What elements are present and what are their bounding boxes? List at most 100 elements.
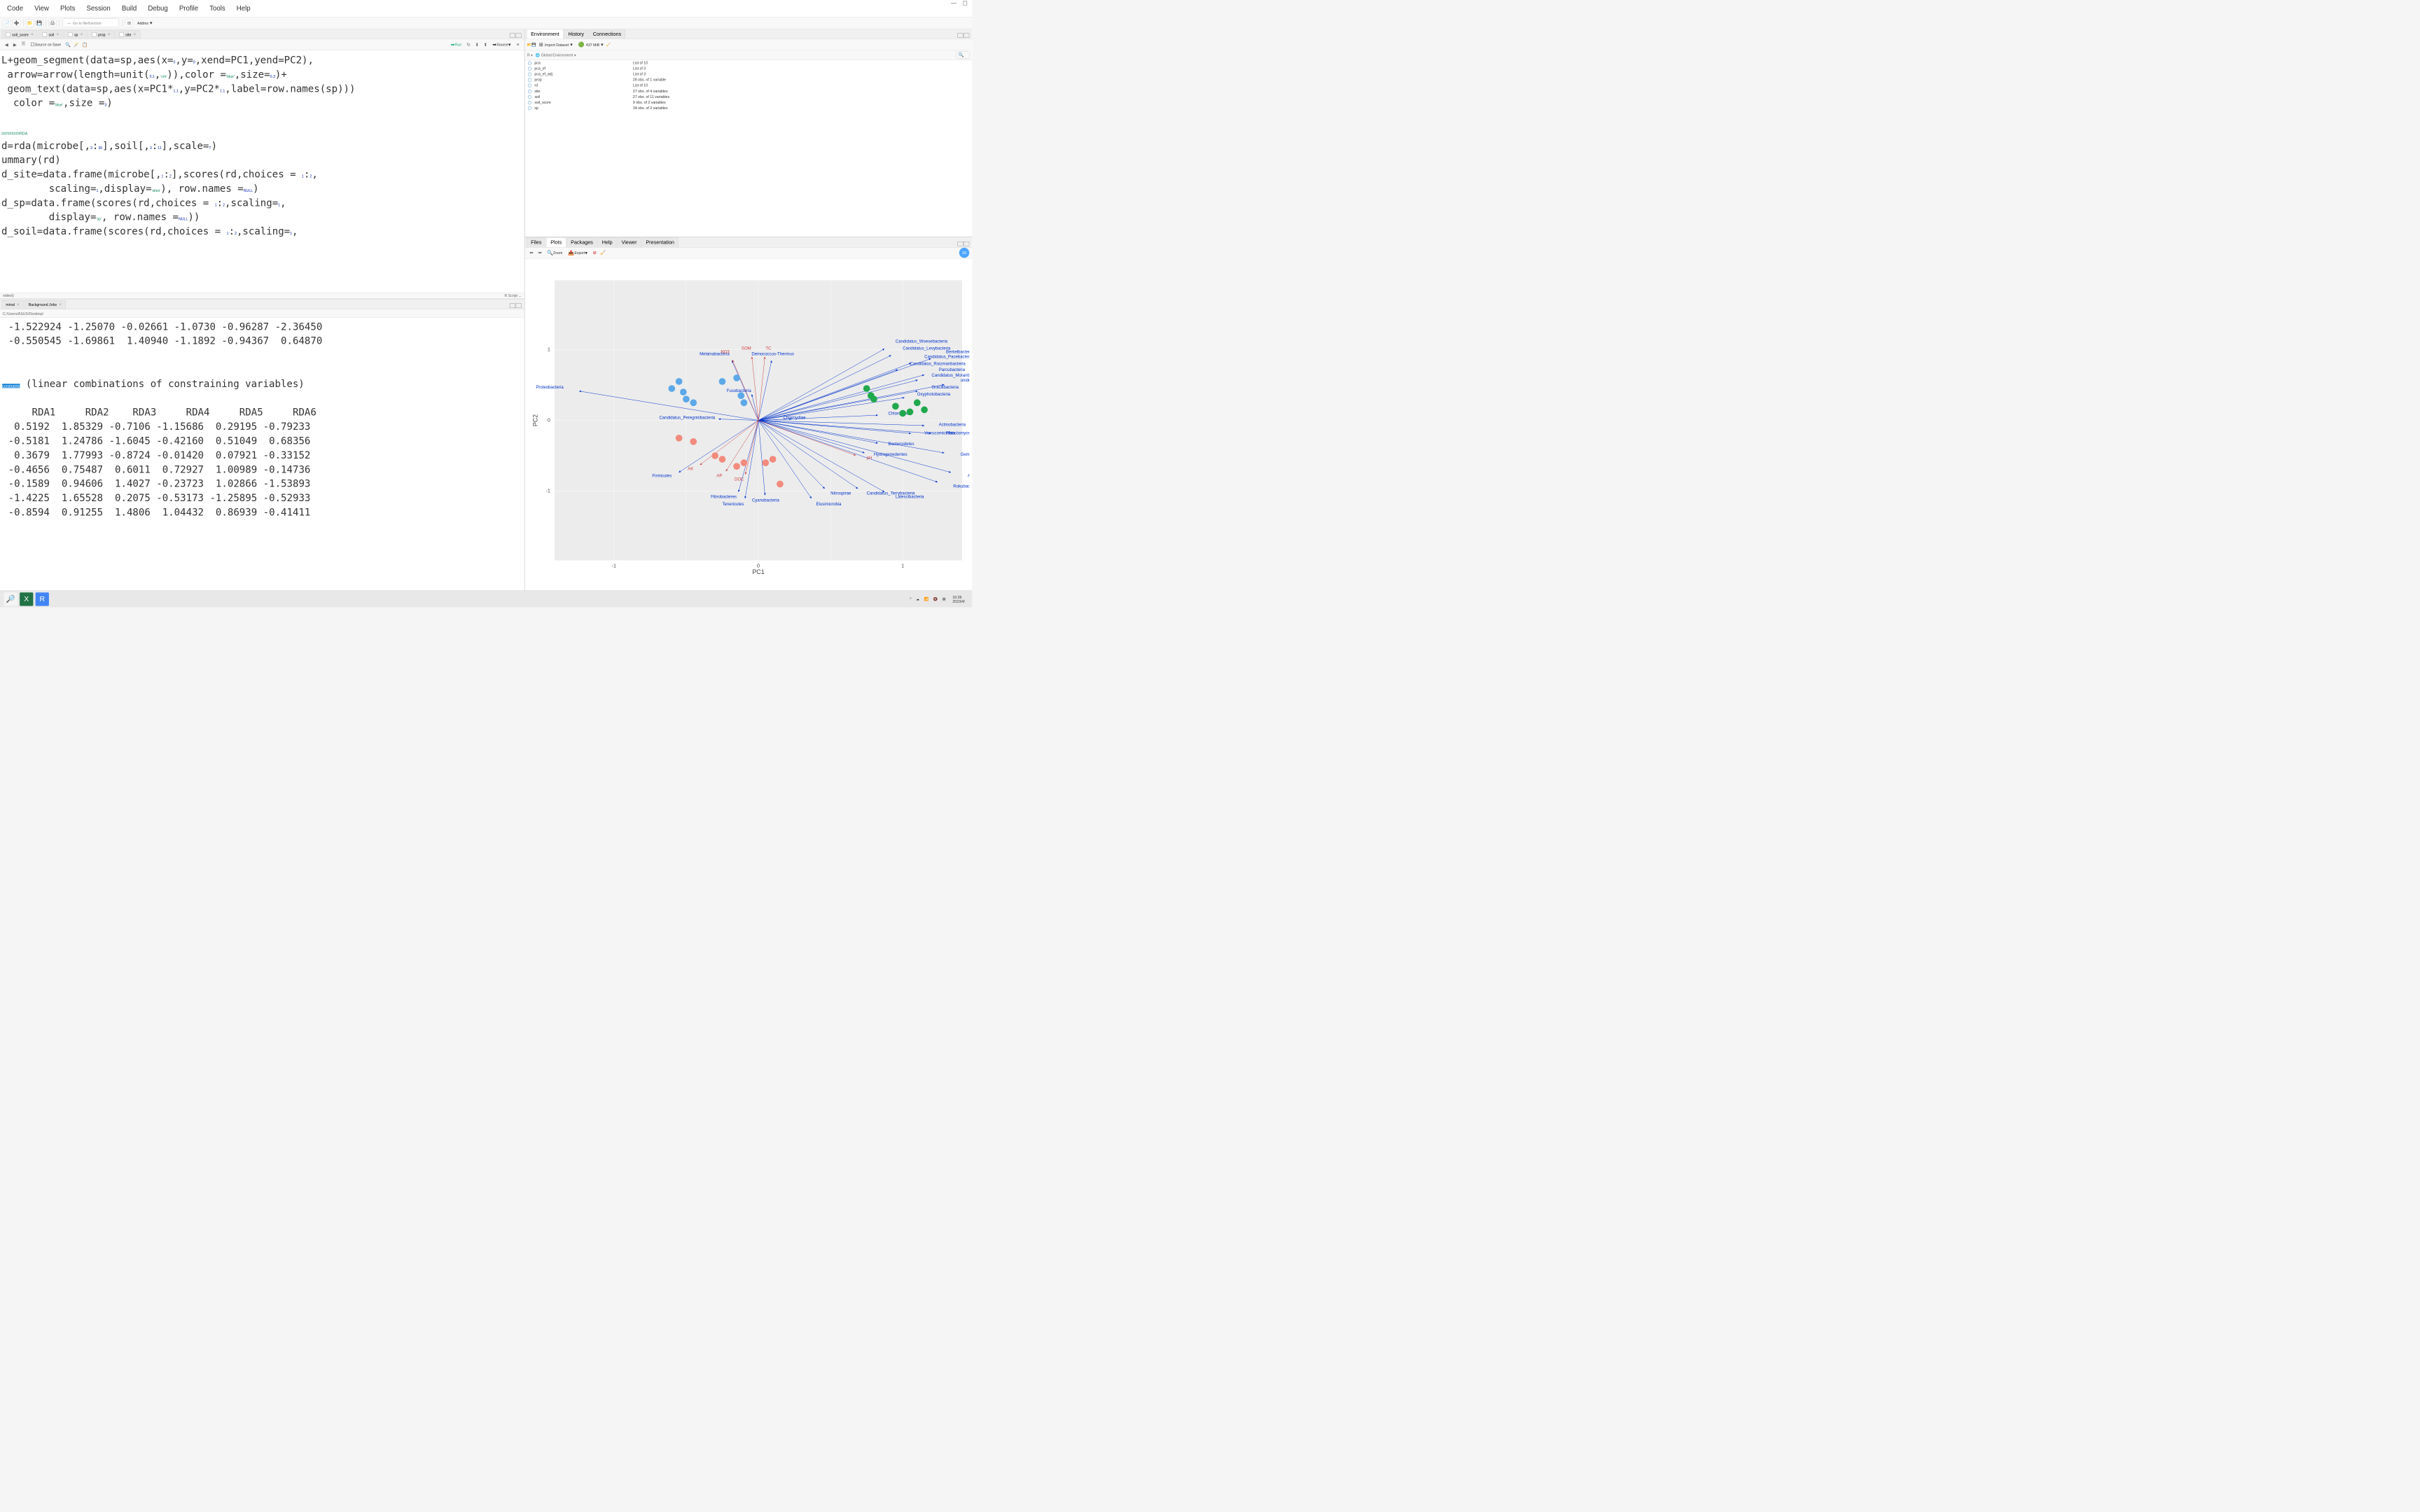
env-list: ◯pcaList of 10◯pca_efList of 3◯pca_ef_ad… <box>525 60 973 237</box>
env-item[interactable]: ◯sp34 obs. of 2 variables <box>525 105 973 111</box>
show-icon[interactable]: 🗏 <box>20 41 27 48</box>
new-project-icon[interactable]: ➕ <box>13 19 20 27</box>
tab-packages[interactable]: Packages <box>566 237 597 247</box>
menu-code[interactable]: Code <box>1 3 29 14</box>
env-item[interactable]: ◯soil_score9 obs. of 2 variables <box>525 99 973 105</box>
import-dataset-button[interactable]: ⊞ Import Dataset ▾ <box>536 41 576 48</box>
tab-presentation[interactable]: Presentation <box>641 237 679 247</box>
env-item[interactable]: ◯rdList of 10 <box>525 83 973 88</box>
svg-text:Deinococcus-Thermus: Deinococcus-Thermus <box>751 353 794 357</box>
menu-tools[interactable]: Tools <box>204 3 231 14</box>
tab-files[interactable]: Files <box>527 237 545 247</box>
tab-terminal[interactable]: minal× <box>1 300 24 309</box>
prev-plot-icon[interactable]: ⬅ <box>528 249 535 256</box>
window-minimize[interactable]: — <box>948 0 959 7</box>
next-plot-icon[interactable]: ➡ <box>536 249 543 256</box>
pane-max-icon[interactable] <box>964 241 969 246</box>
compile-icon[interactable]: 📋 <box>81 41 88 48</box>
zoom-button[interactable]: 🔍 Zoom <box>544 249 565 257</box>
env-item[interactable]: ◯pcaList of 10 <box>525 60 973 66</box>
menu-view[interactable]: View <box>29 3 55 14</box>
window-maximize[interactable]: ☐ <box>959 0 971 7</box>
tab-sp[interactable]: sp× <box>64 30 87 38</box>
tab-connections[interactable]: Connections <box>589 29 625 39</box>
tab-plots[interactable]: Plots <box>546 237 566 247</box>
pane-min-icon[interactable] <box>510 303 515 307</box>
menu-profile[interactable]: Profile <box>174 3 204 14</box>
pane-min-icon[interactable] <box>510 33 515 37</box>
env-item[interactable]: ◯prop26 obs. of 1 variable <box>525 77 973 83</box>
env-item[interactable]: ◯site27 obs. of 4 variables <box>525 88 973 94</box>
tray-volume-icon[interactable]: 🔇 <box>933 597 938 601</box>
close-icon[interactable]: × <box>59 302 62 307</box>
scope-r[interactable]: R ▾ <box>527 53 533 57</box>
close-icon[interactable]: × <box>17 302 20 307</box>
remove-plot-icon[interactable]: ⊘ <box>591 249 598 256</box>
memory-indicator[interactable]: 🟢 437 MiB ▾ <box>576 41 606 48</box>
menu-build[interactable]: Build <box>116 3 143 14</box>
broom-icon[interactable]: 🧹 <box>599 249 606 256</box>
tab-background-jobs[interactable]: Background Jobs× <box>25 300 66 309</box>
menu-session[interactable]: Session <box>81 3 116 14</box>
find-icon[interactable]: 🔍 <box>64 41 71 48</box>
tab-soil[interactable]: soil× <box>39 30 64 38</box>
env-item[interactable]: ◯pca_ef_adjList of 3 <box>525 71 973 77</box>
tab-soil-score[interactable]: soil_score× <box>1 30 37 38</box>
close-icon[interactable]: × <box>108 32 111 37</box>
close-icon[interactable]: × <box>134 32 137 37</box>
source-button[interactable]: ➡ Source ▾ <box>489 41 513 48</box>
wand-icon[interactable]: 🪄 <box>73 41 80 48</box>
close-icon[interactable]: × <box>81 32 83 37</box>
up-icon[interactable]: ⬆ <box>482 41 489 48</box>
menu-plots[interactable]: Plots <box>55 3 81 14</box>
addins-dropdown[interactable]: Addins ▾ <box>134 19 155 27</box>
tray-ime[interactable]: 英 <box>943 596 946 602</box>
menu-help[interactable]: Help <box>231 3 256 14</box>
pane-max-icon[interactable] <box>516 303 522 307</box>
close-icon[interactable]: × <box>31 32 34 37</box>
taskbar-app-rstudio[interactable]: R <box>36 592 49 606</box>
pane-min-icon[interactable] <box>957 33 963 37</box>
back-icon[interactable]: ◀ <box>3 41 10 48</box>
tab-site[interactable]: site× <box>115 30 140 38</box>
taskbar-app-excel[interactable]: X <box>20 592 33 606</box>
goto-file-input[interactable]: → Go to file/function <box>63 19 119 27</box>
export-button[interactable]: 📤 Export ▾ <box>565 249 590 257</box>
forward-icon[interactable]: ▶ <box>11 41 18 48</box>
pane-max-icon[interactable] <box>516 33 522 37</box>
broom-icon[interactable]: 🧹 <box>606 42 611 46</box>
tab-prop[interactable]: prop× <box>88 30 114 38</box>
tray-onedrive-icon[interactable]: ☁ <box>916 597 919 601</box>
save-icon[interactable]: 💾 <box>36 19 43 27</box>
menu-debug[interactable]: Debug <box>142 3 173 14</box>
tab-help[interactable]: Help <box>598 237 617 247</box>
env-search[interactable]: 🔍 <box>956 52 970 59</box>
taskbar-app-1[interactable]: 🔎 <box>4 592 18 606</box>
tab-history[interactable]: History <box>564 29 589 39</box>
tray-icon[interactable]: ^ <box>910 597 911 601</box>
close-icon[interactable]: × <box>56 32 59 37</box>
scope-global[interactable]: 🌐 Global Environment ▾ <box>536 53 576 57</box>
outline-icon[interactable]: ≡ <box>514 41 521 48</box>
tray-time[interactable]: 10:362023/4/ <box>950 595 967 603</box>
console-body[interactable]: -1.522924 -1.25070 -0.02661 -1.0730 -0.9… <box>0 318 524 591</box>
svg-text:pH: pH <box>867 456 872 461</box>
plots-tabs: Files Plots Packages Help Viewer Present… <box>525 237 973 247</box>
env-item[interactable]: ◯pca_efList of 3 <box>525 66 973 71</box>
open-file-icon[interactable]: 📁 <box>26 19 34 27</box>
tab-viewer[interactable]: Viewer <box>617 237 641 247</box>
source-on-save[interactable]: ☐ Source on Save <box>27 41 64 48</box>
new-file-icon[interactable]: 📄 <box>3 19 11 27</box>
down-icon[interactable]: ⬇ <box>473 41 480 48</box>
pane-min-icon[interactable] <box>957 241 963 246</box>
code-editor[interactable]: L+geom_segment(data=sp,aes(x=0,y=0,xend=… <box>0 50 524 293</box>
run-button[interactable]: ➡ Run <box>447 41 464 48</box>
rerun-icon[interactable]: ↻ <box>465 41 472 48</box>
env-item[interactable]: ◯soil27 obs. of 11 variables <box>525 94 973 99</box>
tray-wifi-icon[interactable]: 📶 <box>924 597 929 601</box>
svg-text:Firmicutes: Firmicutes <box>653 474 672 478</box>
pane-max-icon[interactable] <box>964 33 969 37</box>
tab-environment[interactable]: Environment <box>527 29 564 39</box>
print-icon[interactable]: 🖨 <box>48 19 56 27</box>
grid-icon[interactable]: ⊞ <box>125 19 133 27</box>
